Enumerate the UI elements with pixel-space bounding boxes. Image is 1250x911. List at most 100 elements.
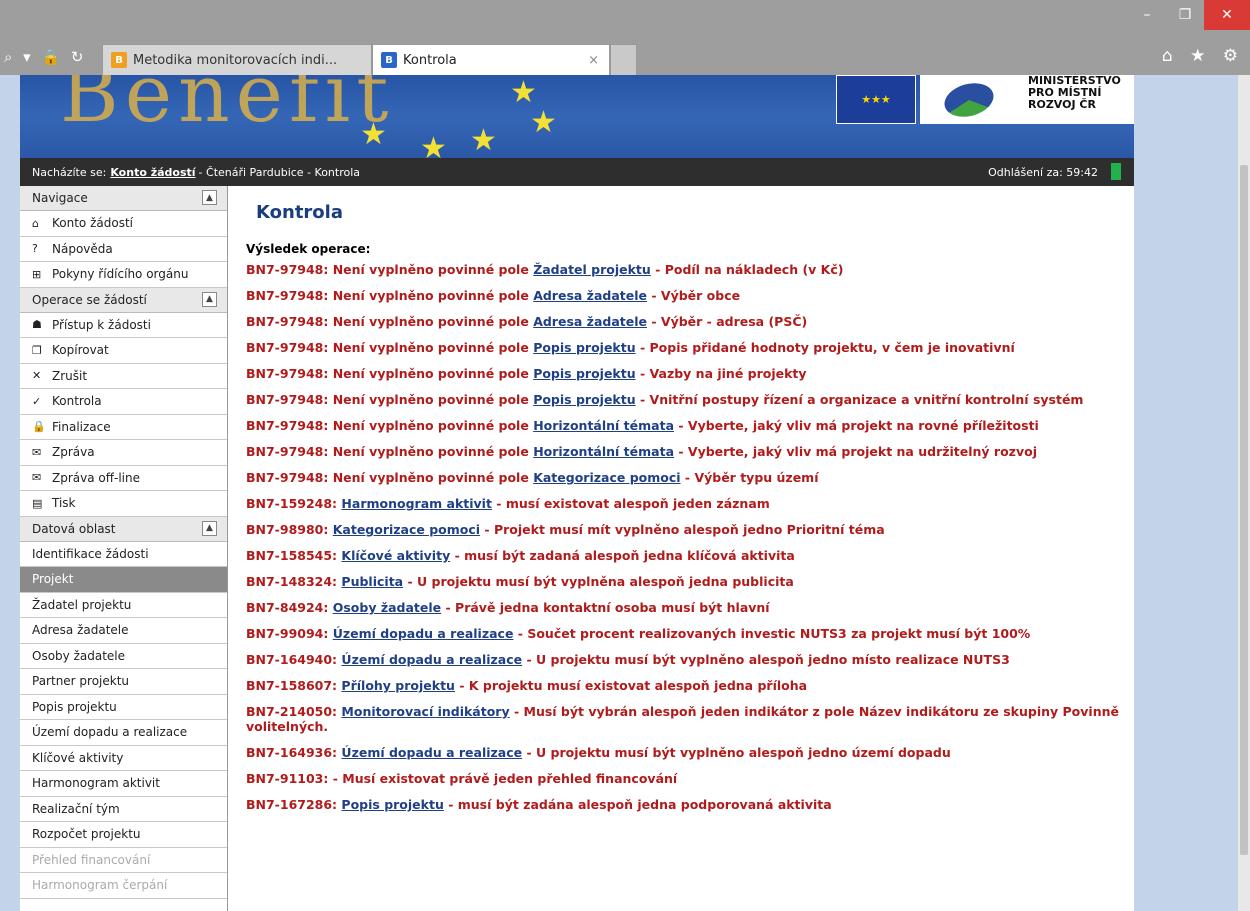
error-detail-text: - Vyberte, jaký vliv má projekt na rovné… bbox=[674, 418, 1039, 433]
sidebar-item-partner-projektu[interactable]: Partner projektu bbox=[20, 669, 227, 695]
breadcrumb-rest: - Čtenáři Pardubice - Kontrola bbox=[198, 165, 361, 179]
error-detail-text: - Výběr - adresa (PSČ) bbox=[647, 314, 808, 329]
error-message: BN7-164940: Území dopadu a realizace - U… bbox=[246, 652, 1126, 667]
sidebar-item-napoveda[interactable]: ? Nápověda bbox=[20, 236, 227, 262]
sidebar-item-pokyny-ridiciho-organu[interactable]: ⊞ Pokyny řídícího orgánu bbox=[20, 262, 227, 288]
sidebar-item-tisk[interactable]: ▤ Tisk bbox=[20, 491, 227, 517]
sidebar-item-finalizace[interactable]: 🔒 Finalizace bbox=[20, 414, 227, 440]
sidebar-item-rozpocet-projektu[interactable]: Rozpočet projektu bbox=[20, 822, 227, 848]
error-code-text: BN7-97948: Není vyplněno povinné pole bbox=[246, 288, 534, 303]
sidebar-item-projekt[interactable]: Projekt bbox=[20, 567, 227, 593]
sidebar-item-identifikace-zadosti[interactable]: Identifikace žádosti bbox=[20, 541, 227, 567]
error-field-link[interactable]: Popis projektu bbox=[533, 366, 635, 381]
browser-toolbar-icons[interactable]: ⌂ ★ ⚙ bbox=[1162, 46, 1244, 66]
error-field-link[interactable]: Popis projektu bbox=[533, 392, 635, 407]
error-detail-text: - Výběr typu území bbox=[680, 470, 819, 485]
error-message: BN7-97948: Není vyplněno povinné pole Po… bbox=[246, 392, 1126, 407]
error-field-link[interactable]: Kategorizace pomoci bbox=[333, 522, 480, 537]
error-field-link[interactable]: Území dopadu a realizace bbox=[341, 745, 522, 760]
collapse-icon[interactable]: ▲ bbox=[202, 291, 217, 307]
vertical-scrollbar[interactable] bbox=[1238, 75, 1250, 911]
sidebar-item-kontrola[interactable]: ✓ Kontrola bbox=[20, 389, 227, 415]
star-icon: ★ bbox=[470, 123, 497, 158]
error-message: BN7-97948: Není vyplněno povinné pole Po… bbox=[246, 340, 1126, 355]
tab-metodika[interactable]: B Metodika monitorovacích indi... bbox=[102, 44, 372, 75]
sidebar-item-uzemi-dopadu-a-realizace[interactable]: Území dopadu a realizace bbox=[20, 720, 227, 746]
error-code-text: BN7-97948: Není vyplněno povinné pole bbox=[246, 418, 534, 433]
error-code-text: BN7-97948: Není vyplněno povinné pole bbox=[246, 366, 534, 381]
error-field-link[interactable]: Osoby žadatele bbox=[333, 600, 441, 615]
section-title: Datová oblast bbox=[32, 521, 116, 536]
restore-button[interactable]: ❐ bbox=[1166, 0, 1204, 30]
new-tab-button[interactable] bbox=[610, 44, 637, 75]
error-code-text: BN7-214050: bbox=[246, 704, 342, 719]
sidebar-item-label: Finalizace bbox=[52, 419, 111, 434]
error-field-link[interactable]: Horizontální témata bbox=[533, 444, 674, 459]
tab-kontrola[interactable]: B Kontrola × bbox=[372, 44, 610, 75]
error-message: BN7-91103: - Musí existovat právě jeden … bbox=[246, 771, 1126, 786]
address-bar-icons[interactable]: ⌕ ▾ 🔒 ↻ bbox=[4, 48, 86, 66]
error-field-link[interactable]: Popis projektu bbox=[341, 797, 443, 812]
section-datova-oblast[interactable]: Datová oblast ▲ bbox=[20, 516, 227, 542]
error-field-link[interactable]: Harmonogram aktivit bbox=[341, 496, 492, 511]
error-detail-text: - U projektu musí být vyplněno alespoň j… bbox=[522, 745, 951, 760]
error-field-link[interactable]: Adresa žadatele bbox=[533, 288, 647, 303]
section-navigace[interactable]: Navigace ▲ bbox=[20, 186, 227, 211]
error-detail-text: - Vyberte, jaký vliv má projekt na udrži… bbox=[674, 444, 1037, 459]
error-message: BN7-97948: Není vyplněno povinné pole Po… bbox=[246, 366, 1126, 381]
error-message: BN7-97948: Není vyplněno povinné pole Ka… bbox=[246, 470, 1126, 485]
sidebar-item-realizacni-tym[interactable]: Realizační tým bbox=[20, 796, 227, 822]
sidebar-item-label: Nápověda bbox=[52, 241, 113, 256]
sidebar-item-konto-zadosti[interactable]: ⌂ Konto žádostí bbox=[20, 211, 227, 237]
error-field-link[interactable]: Monitorovací indikátory bbox=[341, 704, 509, 719]
sidebar-item-kopirovat[interactable]: ❐ Kopírovat bbox=[20, 338, 227, 364]
error-field-link[interactable]: Adresa žadatele bbox=[533, 314, 647, 329]
sidebar-item-label: Zrušit bbox=[52, 368, 88, 383]
sidebar-item-adresa-zadatele[interactable]: Adresa žadatele bbox=[20, 618, 227, 644]
star-icon: ★ bbox=[530, 105, 557, 140]
breadcrumb-link-konto[interactable]: Konto žádostí bbox=[110, 166, 195, 179]
scrollbar-thumb[interactable] bbox=[1240, 165, 1248, 855]
error-field-link[interactable]: Území dopadu a realizace bbox=[333, 626, 514, 641]
page-title: Kontrola bbox=[256, 202, 343, 223]
error-message: BN7-99094: Území dopadu a realizace - So… bbox=[246, 626, 1126, 641]
sidebar: Navigace ▲ ⌂ Konto žádostí? Nápověda ⊞ Pokyn… bbox=[20, 186, 228, 911]
sidebar-item-zadatel-projektu[interactable]: Žadatel projektu bbox=[20, 592, 227, 618]
data-list: Identifikace žádosti Projekt Žadatel proje… bbox=[20, 541, 227, 899]
error-field-link[interactable]: Území dopadu a realizace bbox=[341, 652, 522, 667]
error-field-link[interactable]: Klíčové aktivity bbox=[341, 548, 450, 563]
close-window-button[interactable]: ✕ bbox=[1204, 0, 1250, 30]
error-message: BN7-97948: Není vyplněno povinné pole Ho… bbox=[246, 444, 1126, 459]
error-detail-text: - Podíl na nákladech (v Kč) bbox=[650, 262, 844, 277]
error-detail-text: - Výběr obce bbox=[647, 288, 741, 303]
sidebar-item-osoby-zadatele[interactable]: Osoby žadatele bbox=[20, 643, 227, 669]
error-detail-text: - Popis přidané hodnoty projektu, v čem … bbox=[635, 340, 1015, 355]
close-tab-icon[interactable]: × bbox=[588, 53, 599, 68]
error-field-link[interactable]: Žadatel projektu bbox=[533, 262, 651, 277]
error-field-link[interactable]: Publicita bbox=[341, 574, 403, 589]
sidebar-item-zprava[interactable]: ✉ Zpráva bbox=[20, 440, 227, 466]
web-page: Benefit ★ ★ ★ ★ ★ ★★★ MINISTERSTVO PRO M… bbox=[20, 75, 1134, 911]
error-field-link[interactable]: Horizontální témata bbox=[533, 418, 674, 433]
sidebar-item-klicove-aktivity[interactable]: Klíčové aktivity bbox=[20, 745, 227, 771]
error-field-link[interactable]: Přílohy projektu bbox=[341, 678, 455, 693]
minimize-button[interactable]: – bbox=[1128, 0, 1166, 30]
sidebar-item-harmonogram-aktivit[interactable]: Harmonogram aktivit bbox=[20, 771, 227, 797]
sidebar-item-zrusit[interactable]: ✕ Zrušit bbox=[20, 363, 227, 389]
sidebar-item-prehled-financovani: Přehled financování bbox=[20, 847, 227, 873]
konto-zadosti-icon: ⌂ bbox=[32, 216, 39, 230]
sidebar-item-pristup-k-zadosti[interactable]: ☗ Přístup k žádosti bbox=[20, 312, 227, 338]
sidebar-item-label: Zpráva off-line bbox=[52, 470, 140, 485]
error-message: BN7-148324: Publicita - U projektu musí … bbox=[246, 574, 1126, 589]
collapse-icon[interactable]: ▲ bbox=[202, 520, 217, 536]
breadcrumb: Nacházíte se: Konto žádostí - Čtenáři Pa… bbox=[20, 158, 1134, 186]
finalizace-icon: 🔒 bbox=[32, 420, 46, 434]
sidebar-item-zprava-off-line[interactable]: ✉ Zpráva off-line bbox=[20, 465, 227, 491]
sidebar-item-popis-projektu[interactable]: Popis projektu bbox=[20, 694, 227, 720]
tab-label: Kontrola bbox=[403, 52, 457, 68]
error-field-link[interactable]: Popis projektu bbox=[533, 340, 635, 355]
error-message: BN7-164936: Území dopadu a realizace - U… bbox=[246, 745, 1126, 760]
error-field-link[interactable]: Kategorizace pomoci bbox=[533, 470, 680, 485]
collapse-icon[interactable]: ▲ bbox=[202, 190, 217, 205]
section-operace[interactable]: Operace se žádostí ▲ bbox=[20, 287, 227, 313]
